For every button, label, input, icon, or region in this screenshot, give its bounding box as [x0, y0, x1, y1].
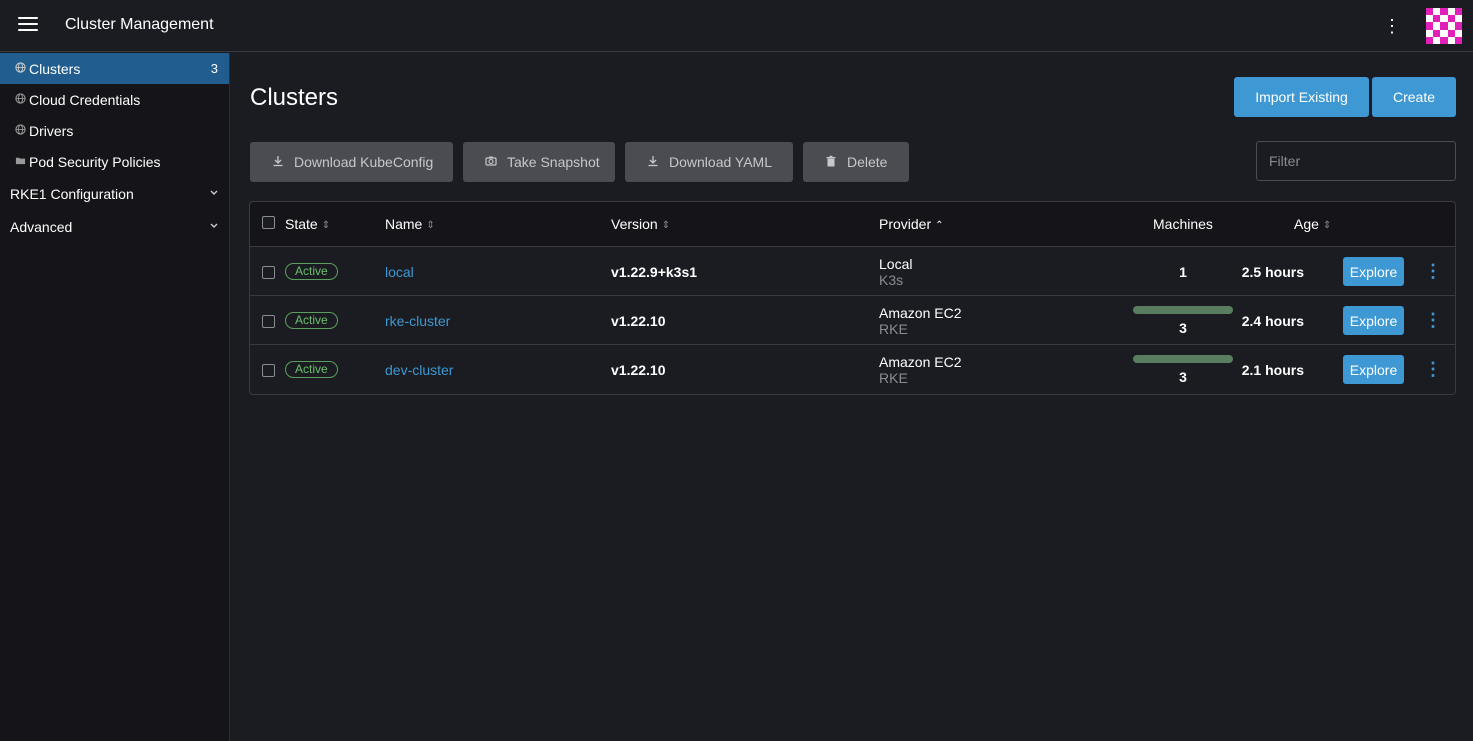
cluster-age: 2.5 hours — [1241, 264, 1304, 280]
machines-count: 3 — [1179, 369, 1187, 385]
column-header-age[interactable]: Age ⇕ — [1294, 216, 1331, 232]
column-header-name[interactable]: Name ⇕ — [385, 216, 435, 232]
sidebar-item-label: Clusters — [29, 61, 81, 77]
filter-input[interactable] — [1256, 141, 1456, 181]
page-title: Clusters — [250, 84, 339, 111]
sidebar-item-label: Cloud Credentials — [29, 92, 141, 108]
folder-icon — [15, 157, 26, 165]
cluster-provider: Amazon EC2 — [879, 354, 962, 370]
row-checkbox[interactable] — [262, 315, 275, 328]
sort-icon: ⇕ — [661, 220, 671, 231]
button-label: Download YAML — [669, 154, 772, 170]
cluster-provider-sub: RKE — [879, 370, 908, 386]
column-header-state[interactable]: State ⇕ — [285, 216, 330, 232]
camera-icon — [485, 156, 497, 166]
cluster-name-link[interactable]: rke-cluster — [385, 313, 450, 329]
chevron-down-icon — [210, 223, 218, 228]
sidebar-group-advanced[interactable]: Advanced — [0, 212, 229, 242]
kebab-menu-icon[interactable]: ⋮ — [1383, 15, 1401, 37]
sidebar-group-rke1-configuration[interactable]: RKE1 Configuration — [0, 179, 229, 209]
select-all-checkbox[interactable] — [262, 216, 275, 229]
explore-button[interactable]: Explore — [1343, 306, 1404, 335]
button-label: Delete — [847, 154, 888, 170]
sort-asc-icon: ⌃ — [935, 220, 944, 231]
cluster-provider: Local — [879, 256, 913, 272]
create-button[interactable]: Create — [1372, 77, 1456, 117]
download-icon — [648, 156, 658, 167]
globe-icon — [15, 124, 26, 135]
table-row: Active local v1.22.9+k3s1 Local K3s 1 2.… — [250, 247, 1455, 296]
machines-progress-bar — [1133, 306, 1233, 314]
sidebar-item-label: Drivers — [29, 123, 74, 139]
explore-button[interactable]: Explore — [1343, 355, 1404, 384]
sidebar: Clusters 3 Cloud Credentials Drivers Pod… — [0, 53, 230, 741]
sidebar-item-clusters[interactable]: Clusters 3 — [0, 53, 229, 84]
cluster-provider-sub: K3s — [879, 272, 904, 288]
sidebar-group-label: RKE1 Configuration — [10, 186, 134, 202]
machines-count: 1 — [1179, 264, 1187, 280]
trash-icon — [826, 155, 836, 167]
globe-icon — [15, 62, 26, 73]
machines-progress-bar — [1133, 355, 1233, 363]
cluster-version: v1.22.10 — [611, 362, 666, 378]
cluster-provider-sub: RKE — [879, 321, 908, 337]
status-badge: Active — [285, 312, 338, 329]
row-actions-menu-icon[interactable]: ⋮ — [1424, 309, 1442, 331]
sort-icon: ⇕ — [321, 220, 331, 231]
download-yaml-button[interactable]: Download YAML — [625, 142, 793, 182]
table-row: Active rke-cluster v1.22.10 Amazon EC2 R… — [250, 296, 1455, 345]
sidebar-item-pod-security-policies[interactable]: Pod Security Policies — [0, 146, 229, 177]
cluster-age: 2.1 hours — [1241, 362, 1304, 378]
machines-count: 3 — [1179, 320, 1187, 336]
sort-icon: ⇕ — [1322, 220, 1332, 231]
status-badge: Active — [285, 263, 338, 280]
table-header: State ⇕ Name ⇕ Version ⇕ Provider ⌃ Machines… — [250, 202, 1455, 247]
row-actions-menu-icon[interactable]: ⋮ — [1424, 358, 1442, 380]
cluster-version: v1.22.9+k3s1 — [611, 264, 698, 280]
download-icon — [273, 156, 283, 167]
sidebar-item-cloud-credentials[interactable]: Cloud Credentials — [0, 84, 229, 115]
explore-button[interactable]: Explore — [1343, 257, 1404, 286]
column-header-version[interactable]: Version ⇕ — [611, 216, 670, 232]
column-header-provider[interactable]: Provider ⌃ — [879, 216, 944, 232]
sidebar-group-label: Advanced — [10, 219, 73, 235]
cluster-name-link[interactable]: local — [385, 264, 414, 280]
sidebar-item-drivers[interactable]: Drivers — [0, 115, 229, 146]
cluster-version: v1.22.10 — [611, 313, 666, 329]
take-snapshot-button[interactable]: Take Snapshot — [463, 142, 615, 182]
status-badge: Active — [285, 361, 338, 378]
row-actions-menu-icon[interactable]: ⋮ — [1424, 260, 1442, 282]
app-title: Cluster Management — [65, 16, 214, 33]
top-header: Cluster Management ⋮ — [0, 0, 1473, 52]
column-header-machines: Machines — [1153, 216, 1213, 232]
import-existing-button[interactable]: Import Existing — [1234, 77, 1369, 117]
sidebar-item-count: 3 — [210, 61, 218, 76]
cluster-name-link[interactable]: dev-cluster — [385, 362, 453, 378]
delete-button[interactable]: Delete — [803, 142, 909, 182]
sidebar-item-label: Pod Security Policies — [29, 154, 161, 170]
avatar[interactable] — [1426, 8, 1462, 44]
clusters-table: State ⇕ Name ⇕ Version ⇕ Provider ⌃ Machines… — [249, 201, 1456, 395]
chevron-down-icon — [210, 190, 218, 195]
hamburger-menu-icon[interactable] — [18, 17, 38, 33]
table-row: Active dev-cluster v1.22.10 Amazon EC2 R… — [250, 345, 1455, 394]
button-label: Take Snapshot — [507, 154, 600, 170]
globe-icon — [15, 93, 26, 104]
row-checkbox[interactable] — [262, 266, 275, 279]
button-label: Download KubeConfig — [294, 154, 434, 170]
cluster-age: 2.4 hours — [1241, 313, 1304, 329]
row-checkbox[interactable] — [262, 364, 275, 377]
cluster-provider: Amazon EC2 — [879, 305, 962, 321]
download-kubeconfig-button[interactable]: Download KubeConfig — [250, 142, 453, 182]
sort-icon: ⇕ — [426, 220, 435, 231]
